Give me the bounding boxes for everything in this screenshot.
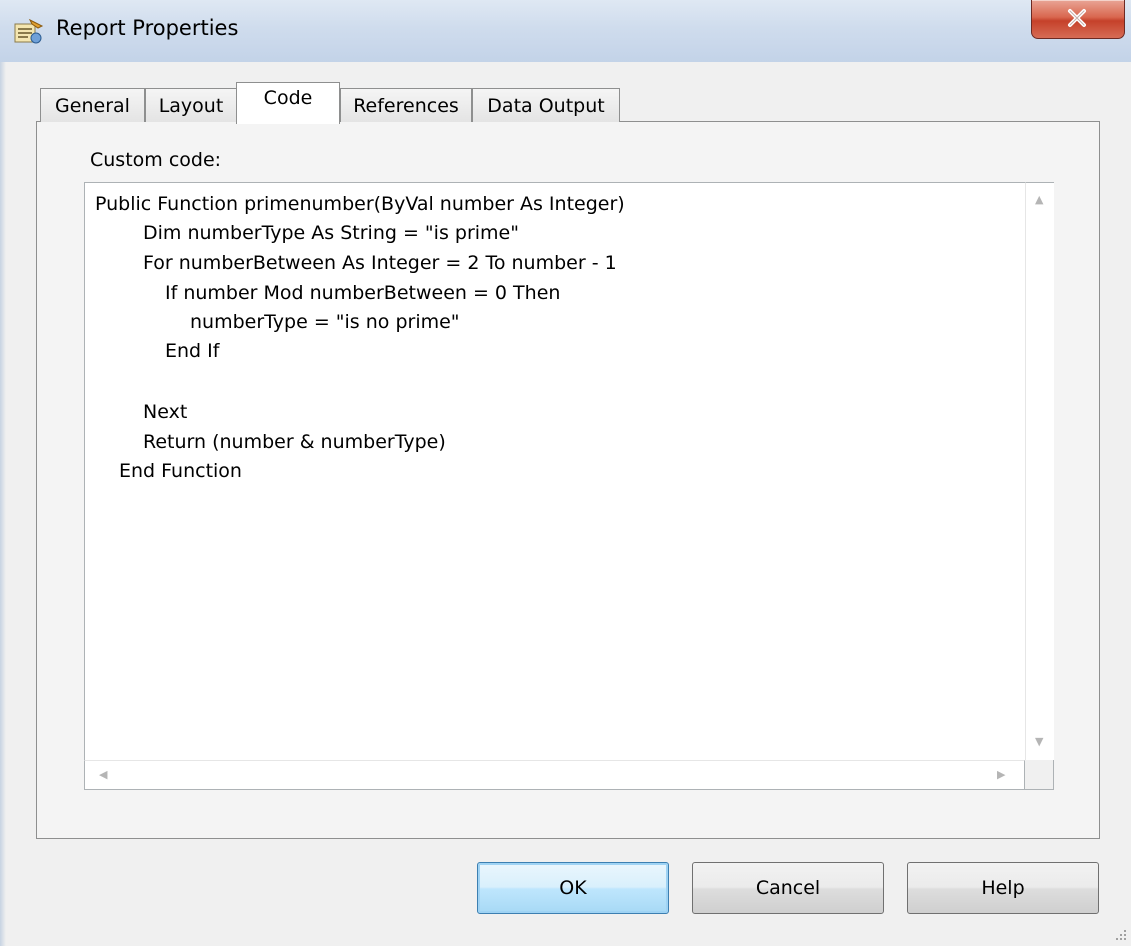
code-line: End If <box>165 340 220 362</box>
ok-button[interactable]: OK <box>477 862 669 914</box>
code-line: If number Mod numberBetween = 0 Then <box>165 282 561 304</box>
code-line: Next <box>143 401 188 423</box>
close-button[interactable] <box>1031 0 1125 39</box>
scroll-left-icon[interactable]: ◀ <box>99 768 107 781</box>
tab-code[interactable]: Code <box>236 82 340 124</box>
tab-general[interactable]: General <box>40 88 145 122</box>
window-title: Report Properties <box>56 16 239 40</box>
vertical-scrollbar[interactable]: ▲ ▼ <box>1025 182 1054 760</box>
report-properties-icon <box>12 18 44 46</box>
report-properties-dialog: Report Properties General Layout Code Re… <box>0 0 1131 946</box>
help-button[interactable]: Help <box>907 862 1099 914</box>
cancel-button[interactable]: Cancel <box>692 862 884 914</box>
resize-grip-icon[interactable] <box>1112 926 1128 942</box>
tab-references[interactable]: References <box>340 88 472 122</box>
horizontal-scrollbar[interactable]: ◀ ▶ <box>84 760 1025 790</box>
title-bar[interactable]: Report Properties <box>0 0 1131 62</box>
code-line: Public Function primenumber(ByVal number… <box>95 193 625 215</box>
code-line: End Function <box>119 460 242 482</box>
scroll-right-icon[interactable]: ▶ <box>997 768 1005 781</box>
tab-layout[interactable]: Layout <box>145 88 237 122</box>
custom-code-textarea[interactable]: Public Function primenumber(ByVal number… <box>84 182 1028 790</box>
custom-code-label: Custom code: <box>90 149 222 171</box>
close-icon <box>1068 9 1086 27</box>
scroll-up-icon[interactable]: ▲ <box>1035 193 1043 206</box>
code-line: Dim numberType As String = "is prime" <box>143 222 519 244</box>
code-line: Return (number & numberType) <box>143 431 446 453</box>
code-line: numberType = "is no prime" <box>190 311 460 333</box>
scrollbar-corner <box>1025 760 1054 790</box>
code-line: For numberBetween As Integer = 2 To numb… <box>143 252 617 274</box>
window-left-edge <box>0 62 6 946</box>
tab-data-output[interactable]: Data Output <box>472 88 620 122</box>
scroll-down-icon[interactable]: ▼ <box>1035 735 1043 748</box>
